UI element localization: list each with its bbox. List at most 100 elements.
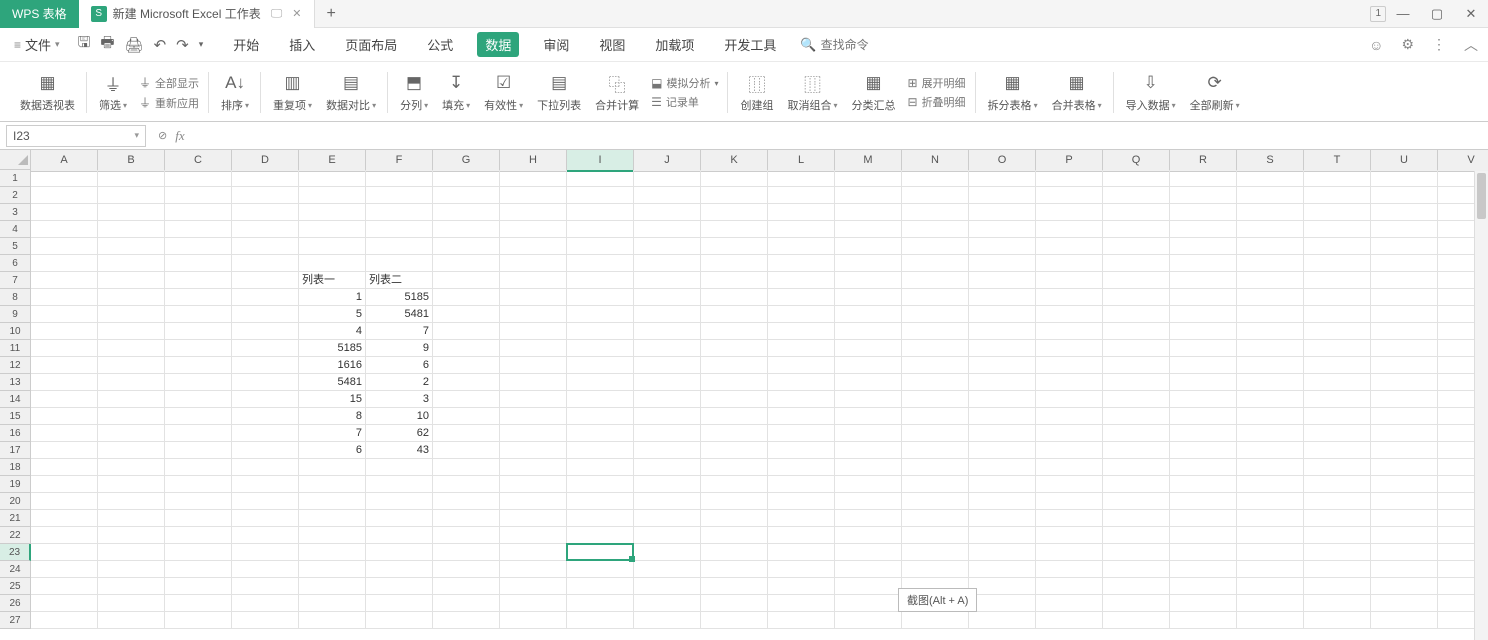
cell[interactable] xyxy=(1237,612,1304,629)
cell[interactable] xyxy=(433,612,500,629)
cell[interactable] xyxy=(165,527,232,544)
cell[interactable] xyxy=(232,357,299,374)
cell[interactable] xyxy=(31,408,98,425)
cell[interactable] xyxy=(98,425,165,442)
cell[interactable] xyxy=(500,544,567,561)
cell[interactable] xyxy=(500,289,567,306)
cell[interactable] xyxy=(701,595,768,612)
cell[interactable] xyxy=(1103,204,1170,221)
cell[interactable] xyxy=(701,374,768,391)
col-header[interactable]: G xyxy=(433,150,500,172)
cell[interactable] xyxy=(1170,323,1237,340)
cell[interactable] xyxy=(433,544,500,561)
cell[interactable]: 43 xyxy=(366,442,433,459)
cell[interactable] xyxy=(31,238,98,255)
cell[interactable] xyxy=(299,510,366,527)
cell[interactable] xyxy=(165,187,232,204)
cell[interactable] xyxy=(1103,170,1170,187)
doc-tab[interactable]: S 新建 Microsoft Excel 工作表 🖵 ✕ xyxy=(79,0,315,28)
cell[interactable] xyxy=(1237,527,1304,544)
cell[interactable]: 1 xyxy=(299,289,366,306)
cell[interactable] xyxy=(433,510,500,527)
cell[interactable] xyxy=(567,408,634,425)
cell[interactable] xyxy=(232,272,299,289)
tab-view[interactable]: 视图 xyxy=(593,31,631,58)
cell[interactable] xyxy=(500,408,567,425)
cell[interactable] xyxy=(165,306,232,323)
cell[interactable] xyxy=(902,476,969,493)
cell[interactable]: 10 xyxy=(366,408,433,425)
cell[interactable] xyxy=(1170,425,1237,442)
cell[interactable] xyxy=(1237,170,1304,187)
cell[interactable] xyxy=(433,221,500,238)
cell[interactable] xyxy=(1304,170,1371,187)
cell[interactable] xyxy=(768,187,835,204)
cell[interactable] xyxy=(31,459,98,476)
cell[interactable] xyxy=(701,544,768,561)
cell[interactable] xyxy=(1103,476,1170,493)
cell[interactable] xyxy=(1170,391,1237,408)
cell[interactable] xyxy=(634,306,701,323)
cell[interactable] xyxy=(835,323,902,340)
cell[interactable] xyxy=(1371,238,1438,255)
add-tab-button[interactable]: + xyxy=(315,5,348,23)
cell[interactable] xyxy=(969,255,1036,272)
cell[interactable] xyxy=(165,408,232,425)
cell[interactable] xyxy=(165,544,232,561)
record-form-button[interactable]: ☰记录单 xyxy=(647,93,722,111)
col-header[interactable]: T xyxy=(1304,150,1371,172)
print-icon[interactable]: 🖨 xyxy=(125,36,144,54)
cell[interactable]: 列表一 xyxy=(299,272,366,289)
cell[interactable] xyxy=(969,510,1036,527)
validation-button[interactable]: ☑有效性▾ xyxy=(478,70,529,115)
cell[interactable] xyxy=(701,527,768,544)
maximize-icon[interactable]: ▢ xyxy=(1420,6,1454,22)
cell[interactable] xyxy=(232,459,299,476)
cell[interactable] xyxy=(1170,408,1237,425)
cell[interactable] xyxy=(165,459,232,476)
cell[interactable] xyxy=(969,493,1036,510)
cell[interactable] xyxy=(1237,289,1304,306)
cell[interactable] xyxy=(1103,357,1170,374)
cell[interactable] xyxy=(1237,493,1304,510)
cell[interactable] xyxy=(835,595,902,612)
cell[interactable] xyxy=(969,408,1036,425)
cell[interactable] xyxy=(902,561,969,578)
show-detail-button[interactable]: ⊞展开明细 xyxy=(904,74,970,92)
cell[interactable] xyxy=(1036,204,1103,221)
cell[interactable] xyxy=(500,391,567,408)
cell[interactable] xyxy=(902,425,969,442)
cell[interactable] xyxy=(567,170,634,187)
cell[interactable] xyxy=(1304,391,1371,408)
cell[interactable] xyxy=(1371,425,1438,442)
cell[interactable] xyxy=(165,612,232,629)
row-header[interactable]: 2 xyxy=(0,187,31,204)
cell[interactable] xyxy=(1036,561,1103,578)
cell[interactable] xyxy=(98,544,165,561)
cell[interactable] xyxy=(1371,493,1438,510)
cell[interactable] xyxy=(299,204,366,221)
cell[interactable] xyxy=(768,527,835,544)
cell[interactable] xyxy=(500,595,567,612)
cell[interactable] xyxy=(1036,323,1103,340)
cell[interactable] xyxy=(1237,238,1304,255)
cell[interactable] xyxy=(165,170,232,187)
cell[interactable] xyxy=(1036,357,1103,374)
cell[interactable] xyxy=(902,255,969,272)
kebab-icon[interactable]: ⋮ xyxy=(1430,34,1448,55)
cell[interactable] xyxy=(1036,374,1103,391)
cell[interactable] xyxy=(98,204,165,221)
cell[interactable] xyxy=(768,408,835,425)
col-header[interactable]: R xyxy=(1170,150,1237,172)
cell[interactable]: 5185 xyxy=(366,289,433,306)
cell[interactable] xyxy=(366,255,433,272)
cell[interactable] xyxy=(1036,578,1103,595)
cell[interactable] xyxy=(165,272,232,289)
cell[interactable] xyxy=(1371,323,1438,340)
cell[interactable]: 15 xyxy=(299,391,366,408)
cell[interactable]: 3 xyxy=(366,391,433,408)
cell[interactable] xyxy=(31,221,98,238)
close-icon[interactable]: ✕ xyxy=(1454,6,1488,22)
cell[interactable] xyxy=(1237,476,1304,493)
row-header[interactable]: 3 xyxy=(0,204,31,221)
